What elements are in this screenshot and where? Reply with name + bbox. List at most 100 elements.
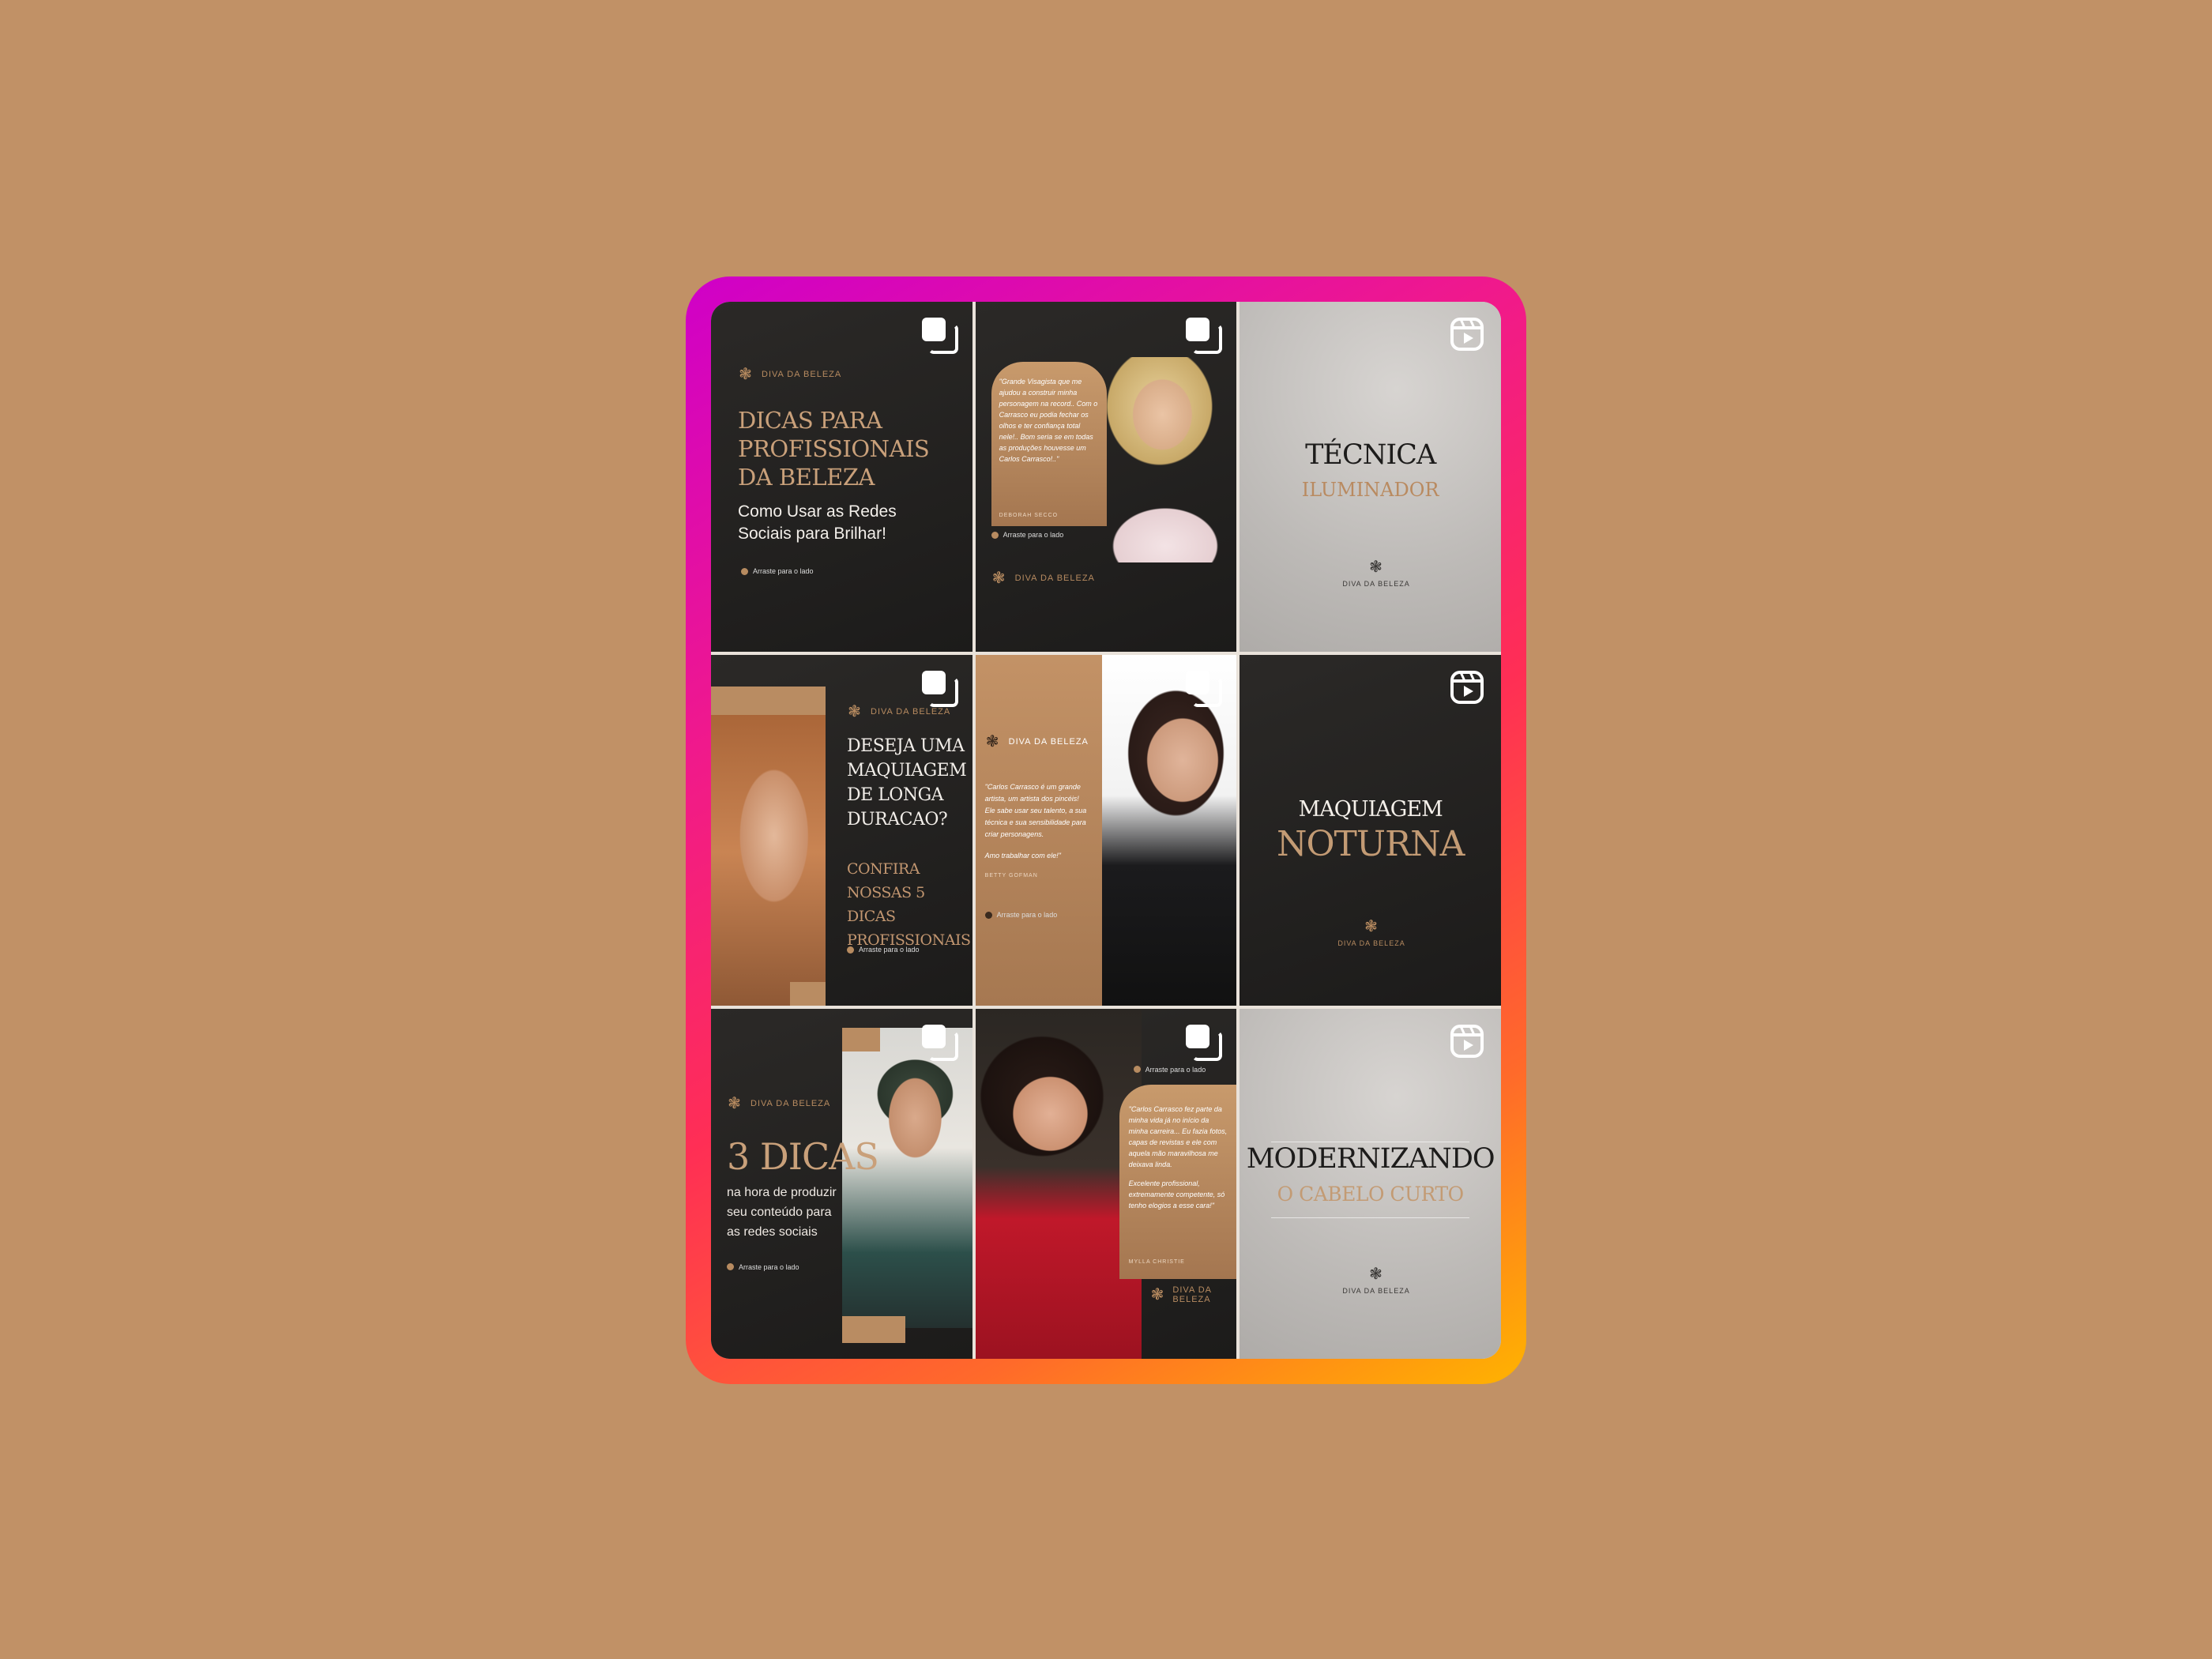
carousel-icon	[921, 318, 958, 354]
reel-icon	[1450, 671, 1484, 705]
post-tile-testimonial-blonde[interactable]: "Grande Visagista que me ajudou a constr…	[975, 302, 1237, 653]
flower-ornament-icon: ❃	[991, 570, 1006, 587]
swipe-hint: Arraste para o lado	[741, 567, 814, 575]
post-tile-testimonial-mylla[interactable]: Arraste para o lado "Carlos Carrasco fez…	[975, 1008, 1237, 1359]
brand-logo: ❃ DIVA DA BELEZA	[1337, 919, 1405, 947]
swipe-label: Arraste para o lado	[753, 567, 814, 575]
quote-text: "Grande Visagista que me ajudou a constr…	[999, 378, 1098, 463]
swipe-hint: Arraste para o lado	[1133, 1065, 1206, 1074]
quote-text: "Carlos Carrasco fez parte da minha vida…	[1129, 1104, 1230, 1211]
swipe-label: Arraste para o lado	[996, 911, 1058, 920]
carousel-icon	[1186, 1024, 1223, 1061]
brand-logo-text: DIVA DA BELEZA	[1342, 1286, 1410, 1295]
question-line: DE LONGA	[847, 785, 944, 806]
subtitle-line: na hora de produzir	[727, 1185, 837, 1199]
brand-logo-text: DIVA DA BELEZA	[762, 370, 842, 379]
title-line: DICAS PARA	[738, 407, 882, 434]
quote-author: DEBORAH SECCO	[999, 513, 1059, 518]
answer-line: NOSSAS 5 DICAS	[847, 884, 925, 926]
divider-line	[1271, 1217, 1469, 1218]
flower-ornament-icon: ❃	[985, 733, 1000, 751]
brand-logo: ❃ DIVA DA BELEZA	[1342, 1266, 1409, 1295]
quote-card: "Carlos Carrasco fez parte da minha vida…	[1119, 1084, 1236, 1279]
subtitle-line: seu conteúdo para	[727, 1205, 832, 1219]
swipe-hint: Arraste para o lado	[727, 1263, 799, 1271]
quote-paragraph: "Carlos Carrasco fez parte da minha vida…	[1128, 1104, 1228, 1168]
question-line: DESEJA UMA	[847, 736, 965, 757]
portrait-photo	[1094, 357, 1237, 562]
swipe-label: Arraste para o lado	[1145, 1065, 1206, 1074]
reel-icon	[1450, 1024, 1484, 1058]
flower-ornament-icon: ❃	[1150, 1285, 1165, 1304]
subtitle-line: Como Usar as Redes	[738, 502, 897, 521]
swipe-dot-icon	[991, 531, 999, 539]
brand-logo-text: DIVA DA BELEZA	[1342, 580, 1410, 588]
flower-ornament-icon: ❃	[848, 703, 862, 721]
post-subtitle: ILUMINADOR	[1301, 479, 1439, 501]
swipe-dot-icon	[741, 567, 748, 575]
post-subtitle: NOTURNA	[1276, 824, 1465, 865]
carousel-icon	[1186, 671, 1223, 708]
question-line: MAQUIAGEM	[847, 761, 967, 781]
quote-card: "Grande Visagista que me ajudou a constr…	[991, 362, 1107, 526]
brand-logo: ❃ DIVA DA BELEZA	[1151, 1285, 1237, 1304]
answer-line: CONFIRA	[847, 860, 920, 878]
flower-ornament-icon: ❃	[1369, 1265, 1383, 1283]
post-title: DICAS PARA PROFISSIONAIS DA BELEZA	[738, 406, 930, 491]
post-tile-maquiagem-noturna[interactable]: MAQUIAGEM NOTURNA ❃ DIVA DA BELEZA	[1240, 655, 1501, 1006]
post-question: DESEJA UMA MAQUIAGEM DE LONGA DURACAO?	[847, 734, 967, 832]
quote-text: "Carlos Carrasco é um grande artista, um…	[985, 781, 1088, 882]
brand-logo-text: DIVA DA BELEZA	[1337, 939, 1405, 948]
brand-logo-text: DIVA DA BELEZA	[1014, 574, 1095, 583]
quote-author: MYLLA CHRISTIE	[1128, 1258, 1185, 1265]
post-subtitle: Como Usar as Redes Sociais para Brilhar!	[738, 501, 920, 545]
accent-block	[790, 981, 826, 1006]
swipe-dot-icon	[847, 946, 854, 954]
brand-logo: ❃ DIVA DA BELEZA	[1342, 559, 1409, 588]
post-tile-tecnica-iluminador[interactable]: TÉCNICA ILUMINADOR ❃ DIVA DA BELEZA	[1240, 302, 1501, 653]
quote-paragraph: "Carlos Carrasco é um grande artista, um…	[984, 783, 1087, 839]
swipe-dot-icon	[1133, 1066, 1141, 1074]
flower-ornament-icon: ❃	[1364, 918, 1379, 936]
quote-paragraph: Excelente profissional, extremamente com…	[1128, 1179, 1225, 1209]
post-tile-modernizando-cabelo[interactable]: MODERNIZANDO O CABELO CURTO ❃ DIVA DA BE…	[1240, 1008, 1501, 1359]
brand-logo-text: DIVA DA BELEZA	[1008, 737, 1089, 747]
post-title: TÉCNICA	[1305, 439, 1436, 471]
post-subtitle: O CABELO CURTO	[1277, 1182, 1465, 1206]
post-tile-dicas-profissionais[interactable]: ❃ DIVA DA BELEZA DICAS PARA PROFISSIONAI…	[711, 302, 972, 653]
accent-block	[842, 1027, 880, 1051]
post-tile-3-dicas[interactable]: ❃ DIVA DA BELEZA 3 DICAS na hora de prod…	[711, 1008, 972, 1359]
portrait-photo	[975, 1008, 1142, 1359]
brand-logo: ❃ DIVA DA BELEZA	[847, 704, 950, 720]
quote-panel: ❃ DIVA DA BELEZA "Carlos Carrasco é um g…	[975, 655, 1102, 1006]
post-tile-maquiagem-longa-duracao[interactable]: ❃ DIVA DA BELEZA DESEJA UMA MAQUIAGEM DE…	[711, 655, 972, 1006]
swipe-label: Arraste para o lado	[859, 946, 920, 954]
brand-logo-text: DIVA DA BELEZA	[750, 1098, 831, 1108]
brand-logo: ❃ DIVA DA BELEZA	[738, 367, 841, 382]
accent-block	[842, 1316, 905, 1343]
swipe-label: Arraste para o lado	[1003, 531, 1064, 539]
quote-author: BETTY GOFMAN	[984, 873, 1038, 879]
subtitle-line: Sociais para Brilhar!	[738, 525, 886, 543]
reel-icon	[1450, 318, 1484, 351]
carousel-icon	[1186, 318, 1223, 354]
question-line: DURACAO?	[847, 810, 948, 830]
carousel-icon	[921, 1024, 958, 1061]
brand-logo: ❃ DIVA DA BELEZA	[727, 1096, 830, 1112]
post-title: MODERNIZANDO	[1246, 1142, 1495, 1175]
swipe-label: Arraste para o lado	[739, 1262, 799, 1271]
flower-ornament-icon: ❃	[1369, 559, 1383, 576]
brand-logo-text: DIVA DA BELEZA	[871, 707, 951, 717]
post-answer: CONFIRA NOSSAS 5 DICAS PROFISSIONAIS!	[847, 857, 972, 952]
quote-paragraph: Amo trabalhar com ele!"	[984, 852, 1061, 860]
post-tile-testimonial-betty[interactable]: ❃ DIVA DA BELEZA "Carlos Carrasco é um g…	[975, 655, 1237, 1006]
swipe-dot-icon	[984, 911, 992, 919]
brand-logo: ❃ DIVA DA BELEZA	[991, 570, 1095, 586]
post-subtitle: na hora de produzir seu conteúdo para as…	[727, 1183, 853, 1242]
title-line: DA BELEZA	[738, 464, 875, 491]
accent-block	[711, 687, 826, 716]
brand-logo: ❃ DIVA DA BELEZA	[985, 734, 1089, 750]
post-grid: ❃ DIVA DA BELEZA DICAS PARA PROFISSIONAI…	[711, 302, 1501, 1359]
swipe-hint: Arraste para o lado	[991, 531, 1064, 539]
post-title: MAQUIAGEM	[1298, 797, 1443, 822]
